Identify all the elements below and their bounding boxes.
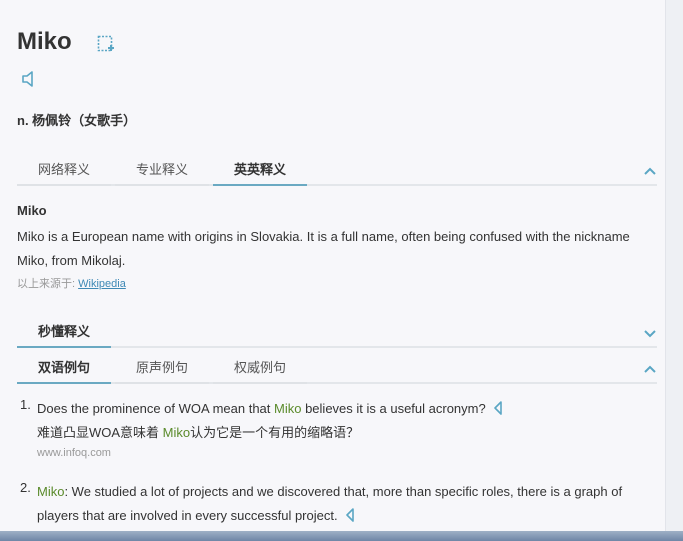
tab-audio-examples[interactable]: 原声例句 bbox=[115, 358, 209, 384]
example-item: 1. Does the prominence of WOA mean that … bbox=[20, 397, 650, 467]
speaker-icon[interactable] bbox=[344, 508, 356, 522]
example-english: Miko: We studied a lot of projects and w… bbox=[37, 484, 623, 523]
tab-english-definition[interactable]: 英英释义 bbox=[213, 160, 307, 186]
chevron-down-icon[interactable] bbox=[643, 326, 657, 340]
example-chinese: 难道凸显WOA意味着 Miko认为它是一个有用的缩略语？ bbox=[37, 425, 360, 440]
example-item: 2. Miko: We studied a lot of projects an… bbox=[20, 480, 650, 530]
tab-quick-definition[interactable]: 秒懂释义 bbox=[17, 322, 111, 348]
tab-bilingual-examples[interactable]: 双语例句 bbox=[17, 358, 111, 384]
tab-web-definition[interactable]: 网络释义 bbox=[17, 160, 111, 186]
chevron-up-icon[interactable] bbox=[643, 362, 657, 376]
headword: Miko bbox=[17, 28, 72, 55]
chevron-up-icon[interactable] bbox=[643, 164, 657, 178]
definition-tabs: 网络释义 专业释义 英英释义 bbox=[17, 160, 657, 186]
definition-title: Miko bbox=[17, 203, 47, 218]
example-source[interactable]: www.infoq.com bbox=[37, 447, 111, 459]
speaker-icon[interactable] bbox=[20, 70, 38, 88]
example-tabs: 双语例句 原声例句 权威例句 bbox=[17, 358, 657, 384]
definition-source: 以上来源于: Wikipedia bbox=[17, 278, 126, 290]
tab-professional-definition[interactable]: 专业释义 bbox=[115, 160, 209, 186]
quick-definition-tabs: 秒懂释义 bbox=[17, 322, 657, 348]
definition-text: Miko is a European name with origins in … bbox=[17, 229, 630, 268]
speaker-icon[interactable] bbox=[492, 401, 504, 415]
wikipedia-link[interactable]: Wikipedia bbox=[78, 278, 126, 290]
taskbar-strip bbox=[0, 531, 683, 541]
add-wordbook-icon[interactable] bbox=[97, 35, 115, 53]
example-english: Does the prominence of WOA mean that Mik… bbox=[37, 397, 647, 421]
translation: n. 杨佩铃（女歌手） bbox=[17, 113, 137, 128]
dictionary-panel: Miko n. 杨佩铃（女歌手） 网络释义 专业释义 英英释义 Miko Mik… bbox=[0, 0, 665, 541]
tab-authoritative-examples[interactable]: 权威例句 bbox=[213, 358, 307, 384]
window-edge bbox=[665, 0, 683, 541]
